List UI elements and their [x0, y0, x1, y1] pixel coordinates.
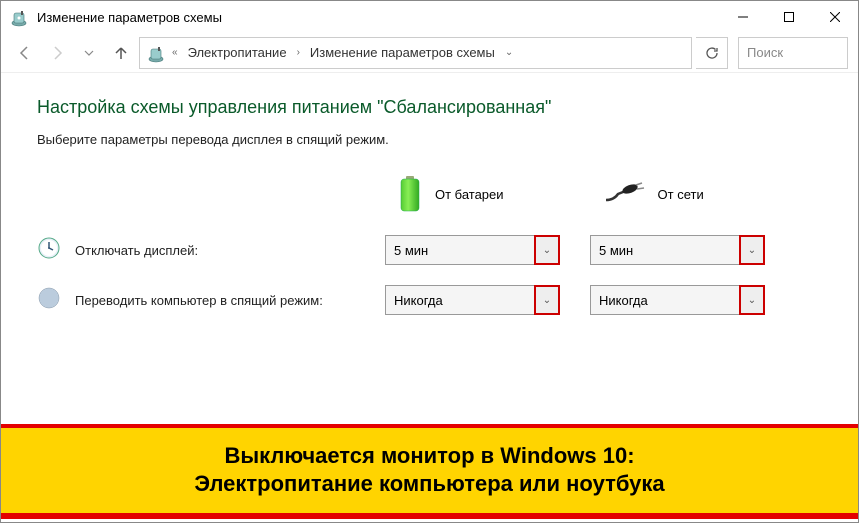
chevron-right-icon[interactable]: ›: [295, 45, 302, 60]
search-placeholder: Поиск: [747, 45, 783, 60]
sleep-plugged-value: Никогда: [591, 293, 739, 308]
on-battery-header: От батареи: [397, 175, 504, 213]
sleep-row: Переводить компьютер в спящий режим: Ник…: [37, 285, 822, 315]
turn-off-display-label: Отключать дисплей:: [75, 243, 385, 258]
chevron-down-icon[interactable]: ⌄: [739, 235, 765, 265]
back-button[interactable]: [11, 39, 39, 67]
breadcrumb-edit-plan[interactable]: Изменение параметров схемы: [306, 43, 499, 62]
toolbar: « Электропитание › Изменение параметров …: [1, 33, 858, 73]
window-title: Изменение параметров схемы: [37, 10, 720, 25]
battery-icon: [397, 175, 423, 213]
sleep-icon: [37, 286, 65, 314]
chevron-down-icon[interactable]: ⌄: [534, 235, 560, 265]
page-subtitle: Выберите параметры перевода дисплея в сп…: [37, 132, 822, 147]
chevron-down-icon[interactable]: ⌄: [739, 285, 765, 315]
page-title: Настройка схемы управления питанием "Сба…: [37, 97, 822, 118]
plug-icon: [604, 182, 646, 206]
maximize-button[interactable]: [766, 1, 812, 33]
breadcrumb-power-options[interactable]: Электропитание: [184, 43, 291, 62]
display-plugged-combo[interactable]: 5 мин ⌄: [590, 235, 765, 265]
up-button[interactable]: [107, 39, 135, 67]
content-area: Настройка схемы управления питанием "Сба…: [1, 73, 858, 315]
sleep-label: Переводить компьютер в спящий режим:: [75, 293, 385, 308]
sleep-battery-combo[interactable]: Никогда ⌄: [385, 285, 560, 315]
plugged-in-header: От сети: [604, 175, 704, 213]
chevron-down-icon[interactable]: ⌄: [534, 285, 560, 315]
close-button[interactable]: [812, 1, 858, 33]
banner-line-2: Электропитание компьютера или ноутбука: [21, 470, 838, 499]
sleep-battery-value: Никогда: [386, 293, 534, 308]
search-input[interactable]: Поиск: [738, 37, 848, 69]
window-controls: [720, 1, 858, 33]
column-headers: От батареи От сети: [37, 175, 822, 213]
banner-line-1: Выключается монитор в Windows 10:: [21, 442, 838, 471]
on-battery-label: От батареи: [435, 187, 504, 202]
title-bar: Изменение параметров схемы: [1, 1, 858, 33]
turn-off-display-row: Отключать дисплей: 5 мин ⌄ 5 мин ⌄: [37, 235, 822, 265]
recent-dropdown[interactable]: [75, 39, 103, 67]
display-plugged-value: 5 мин: [591, 243, 739, 258]
chevron-left-icon[interactable]: «: [170, 45, 180, 60]
display-battery-combo[interactable]: 5 мин ⌄: [385, 235, 560, 265]
refresh-button[interactable]: [696, 37, 728, 69]
plugged-in-label: От сети: [658, 187, 704, 202]
display-icon: [37, 236, 65, 264]
power-plan-icon: [146, 43, 166, 63]
minimize-button[interactable]: [720, 1, 766, 33]
forward-button[interactable]: [43, 39, 71, 67]
display-battery-value: 5 мин: [386, 243, 534, 258]
annotation-banner: Выключается монитор в Windows 10: Электр…: [1, 424, 858, 519]
address-bar[interactable]: « Электропитание › Изменение параметров …: [139, 37, 692, 69]
chevron-down-icon[interactable]: ⌄: [503, 45, 515, 60]
power-plan-icon: [9, 7, 29, 27]
sleep-plugged-combo[interactable]: Никогда ⌄: [590, 285, 765, 315]
